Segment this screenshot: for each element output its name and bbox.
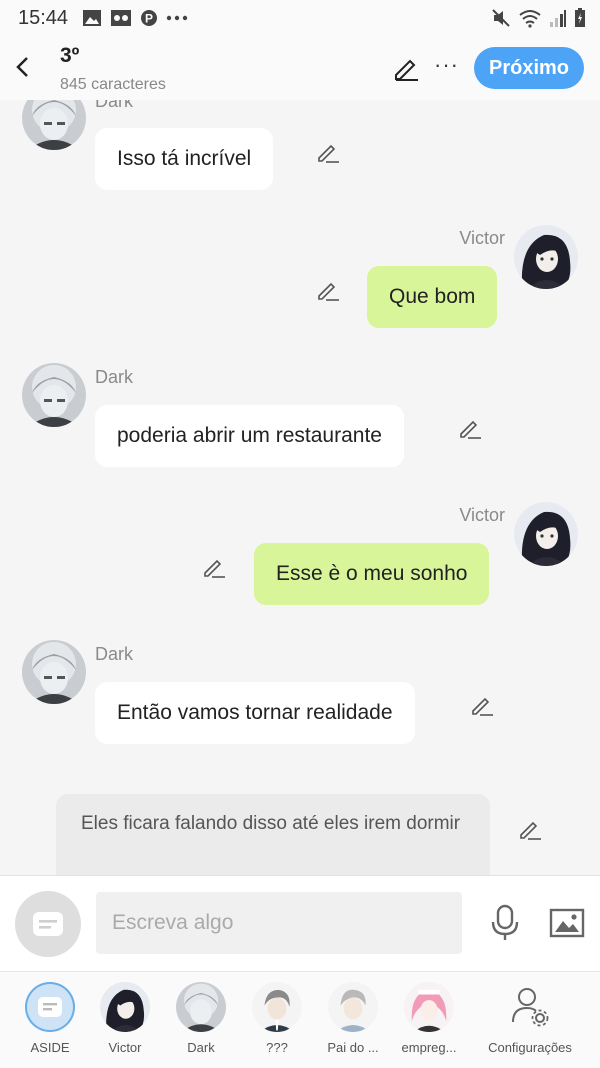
message-bubble[interactable]: poderia abrir um restaurante [95,405,404,467]
message-bubble[interactable]: Que bom [367,266,498,328]
edit-pencil-icon[interactable] [392,55,420,81]
sender-name: Victor [459,505,505,525]
nav-item-aside[interactable]: ASIDE [10,982,90,1055]
message-icon [33,912,63,936]
nav-item-unknown[interactable]: ??? [237,982,317,1055]
avatar-dark[interactable] [22,100,86,150]
app-header: 3º 845 caracteres ··· Próximo [0,38,600,100]
avatar-empregada [404,982,454,1032]
composer-bar: Escreva algo [0,875,600,972]
svg-text:P: P [145,12,153,26]
message-input[interactable]: Escreva algo [96,892,462,954]
user-settings-icon [505,982,555,1032]
aside-toggle-button[interactable] [15,891,81,957]
edit-pencil-icon[interactable] [316,278,340,302]
avatar-victor[interactable] [514,502,578,566]
edit-pencil-icon[interactable] [458,416,482,440]
avatar-victor [100,982,150,1032]
nav-label: ASIDE [30,1040,70,1055]
nav-item-dark[interactable]: Dark [161,982,241,1055]
status-time: 15:44 [18,7,69,29]
mute-icon [492,9,510,27]
image-icon [83,10,101,26]
narration-bubble[interactable]: Eles ficara falando disso até eles irem … [56,794,490,875]
image-upload-icon[interactable] [549,908,585,938]
character-count: 845 caracteres [60,76,166,93]
battery-icon [575,8,585,27]
page-title: 3º [60,44,80,67]
avatar-dark[interactable] [22,363,86,427]
nav-label: ??? [266,1040,288,1055]
next-button[interactable]: Próximo [474,47,584,89]
nav-item-settings[interactable]: Configurações [482,982,578,1055]
microphone-icon[interactable] [490,904,520,942]
sender-name: Dark [95,367,134,387]
sender-name: Dark [95,644,134,664]
voicemail-icon [111,10,131,26]
avatar-victor[interactable] [514,225,578,289]
sender-name: Dark [95,100,134,111]
nav-item-victor[interactable]: Victor [85,982,165,1055]
nav-label: empreg... [401,1040,457,1055]
wifi-icon [519,10,541,28]
message-bubble[interactable]: Então vamos tornar realidade [95,682,415,744]
edit-pencil-icon[interactable] [518,817,542,841]
nav-item-empregada[interactable]: empreg... [389,982,469,1055]
edit-pencil-icon[interactable] [316,140,340,164]
message-bubble[interactable]: Esse è o meu sonho [254,543,490,605]
pinterest-icon: P [141,10,157,26]
sender-name: Victor [459,228,505,248]
message-bubble[interactable]: Isso tá incrível [95,128,274,190]
more-options-icon[interactable]: ··· [434,52,459,78]
aside-avatar [25,982,75,1032]
more-dots-icon [166,15,188,21]
nav-label: Dark [187,1040,215,1055]
edit-pencil-icon[interactable] [202,555,226,579]
nav-label: Victor [108,1040,142,1055]
nav-label: Pai do ... [327,1040,379,1055]
avatar-dark[interactable] [22,640,86,704]
chat-area: Dark Isso tá incrível Victor Que bom Dar… [0,100,600,875]
edit-pencil-icon[interactable] [470,693,494,717]
back-arrow-icon[interactable] [12,52,36,82]
nav-item-pai[interactable]: Pai do ... [313,982,393,1055]
avatar-pai [328,982,378,1032]
character-bar: ASIDE Victor Dark ??? Pai do ... empreg.… [0,971,600,1068]
avatar-dark [176,982,226,1032]
nav-label: Configurações [488,1040,572,1055]
avatar-unknown [252,982,302,1032]
status-bar: 15:44 P [0,0,600,38]
signal-icon [550,10,566,27]
